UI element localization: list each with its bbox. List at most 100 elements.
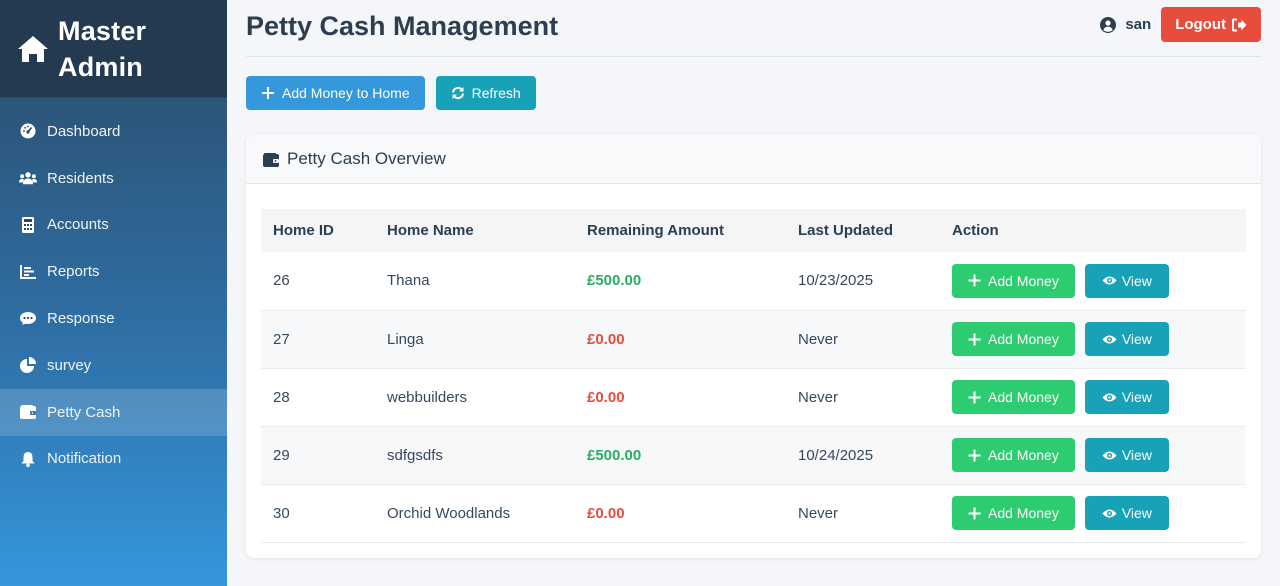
sidebar-item-accounts[interactable]: Accounts	[0, 202, 227, 249]
view-button[interactable]: View	[1084, 322, 1169, 356]
add-money-to-home-label: Add Money to Home	[282, 85, 410, 101]
plus-icon	[968, 507, 981, 520]
table-row: 27 Linga £0.00 Never Add Money View	[261, 310, 1246, 368]
view-label: View	[1121, 272, 1152, 289]
eye-icon	[1102, 274, 1117, 287]
table-row: 29 sdfgsdfs £500.00 10/24/2025 Add Money…	[261, 426, 1246, 484]
sidebar-item-dashboard[interactable]: Dashboard	[0, 108, 227, 155]
sidebar-nav: Dashboard Residents Accounts Reports Res…	[0, 98, 227, 482]
last-updated-cell: Never	[798, 330, 839, 348]
card-body: Home ID Home Name Remaining Amount Last …	[246, 184, 1261, 543]
card-header: Petty Cash Overview	[246, 134, 1261, 184]
remaining-amount-cell: £0.00	[587, 330, 625, 348]
column-header-home-id: Home ID	[273, 222, 334, 239]
remaining-amount-cell: £500.00	[587, 272, 642, 290]
sidebar-item-label: Accounts	[47, 216, 109, 234]
view-button[interactable]: View	[1084, 438, 1169, 472]
sidebar: Master Admin Dashboard Residents Account…	[0, 0, 227, 586]
plus-icon	[261, 86, 275, 100]
add-money-button[interactable]: Add Money	[952, 496, 1075, 530]
table-row: 30 Orchid Woodlands £0.00 Never Add Mone…	[261, 484, 1246, 542]
sidebar-item-label: Petty Cash	[47, 403, 121, 421]
sidebar-item-response[interactable]: Response	[0, 295, 227, 342]
sidebar-item-reports[interactable]: Reports	[0, 248, 227, 295]
action-cell: Add Money View	[940, 310, 1246, 368]
eye-icon	[1102, 449, 1117, 462]
home-id-cell: 29	[273, 446, 290, 464]
eye-icon	[1102, 391, 1117, 404]
column-header-action: Action	[952, 222, 999, 239]
card-title: Petty Cash Overview	[287, 148, 446, 168]
sidebar-item-survey[interactable]: survey	[0, 342, 227, 389]
topbar: Petty Cash Management san Logout	[246, 0, 1261, 57]
last-updated-cell: 10/23/2025	[798, 272, 874, 290]
logout-button[interactable]: Logout	[1161, 7, 1261, 42]
user-circle-icon	[1100, 16, 1117, 33]
home-id-cell: 30	[273, 504, 290, 522]
action-cell: Add Money View	[940, 484, 1246, 542]
remaining-amount-cell: £0.00	[587, 388, 625, 406]
remaining-amount-cell: £500.00	[587, 446, 642, 464]
add-money-button[interactable]: Add Money	[952, 322, 1075, 356]
view-label: View	[1121, 389, 1152, 405]
add-money-label: Add Money	[988, 505, 1059, 521]
action-cell: Add Money View	[940, 252, 1246, 310]
page-title: Petty Cash Management	[246, 10, 559, 41]
sign-out-icon	[1231, 18, 1247, 32]
brand-title: Master Admin	[58, 13, 146, 85]
user-area: san Logout	[1100, 7, 1261, 42]
petty-cash-overview-card: Petty Cash Overview Home ID Home Name Re…	[246, 134, 1261, 558]
username: san	[1125, 16, 1152, 33]
view-label: View	[1121, 331, 1152, 347]
view-button[interactable]: View	[1084, 380, 1169, 414]
comment-icon	[19, 310, 37, 328]
add-money-button[interactable]: Add Money	[952, 380, 1075, 414]
sidebar-item-label: Residents	[47, 169, 114, 187]
logout-label: Logout	[1175, 16, 1226, 33]
home-name-cell: webbuilders	[387, 388, 468, 406]
brand[interactable]: Master Admin	[0, 0, 227, 98]
table-row: 28 webbuilders £0.00 Never Add Money Vie…	[261, 368, 1246, 426]
sidebar-item-label: Dashboard	[47, 122, 121, 140]
last-updated-cell: 10/24/2025	[798, 446, 874, 464]
home-id-cell: 26	[273, 272, 290, 290]
table-row: 26 Thana £500.00 10/23/2025 Add Money Vi…	[261, 252, 1246, 310]
brand-line1: Master	[58, 15, 147, 46]
pie-icon	[19, 356, 37, 374]
view-button[interactable]: View	[1084, 496, 1169, 530]
brand-line2: Admin	[58, 51, 143, 82]
action-bar: Add Money to Home Refresh	[246, 76, 1261, 110]
chart-icon	[19, 263, 37, 281]
action-cell: Add Money View	[940, 368, 1246, 426]
sidebar-item-residents[interactable]: Residents	[0, 155, 227, 202]
home-icon	[16, 32, 50, 66]
plus-icon	[968, 449, 981, 462]
sync-icon	[451, 86, 465, 100]
table-header-row: Home ID Home Name Remaining Amount Last …	[261, 209, 1246, 252]
sidebar-item-label: survey	[47, 356, 92, 374]
sidebar-item-label: Response	[47, 310, 115, 328]
eye-icon	[1102, 507, 1117, 520]
home-name-cell: Thana	[387, 272, 430, 290]
add-money-to-home-button[interactable]: Add Money to Home	[246, 76, 425, 110]
remaining-amount-cell: £0.00	[587, 504, 625, 522]
action-cell: Add Money View	[940, 426, 1246, 484]
column-header-remaining-amount: Remaining Amount	[587, 222, 724, 239]
eye-icon	[1102, 333, 1117, 346]
add-money-label: Add Money	[988, 389, 1059, 405]
gauge-icon	[19, 122, 37, 140]
add-money-button[interactable]: Add Money	[952, 438, 1075, 472]
refresh-button[interactable]: Refresh	[435, 76, 536, 110]
column-header-last-updated: Last Updated	[798, 222, 894, 239]
view-button[interactable]: View	[1084, 263, 1169, 298]
plus-icon	[968, 333, 981, 346]
last-updated-cell: Never	[798, 388, 839, 406]
home-id-cell: 27	[273, 330, 290, 348]
sidebar-item-notification[interactable]: Notification	[0, 436, 227, 483]
sidebar-item-petty-cash[interactable]: Petty Cash	[0, 388, 227, 436]
add-money-label: Add Money	[988, 331, 1059, 347]
home-name-cell: Linga	[387, 330, 424, 348]
last-updated-cell: Never	[798, 504, 839, 522]
home-id-cell: 28	[273, 388, 290, 406]
add-money-button[interactable]: Add Money	[952, 263, 1075, 298]
